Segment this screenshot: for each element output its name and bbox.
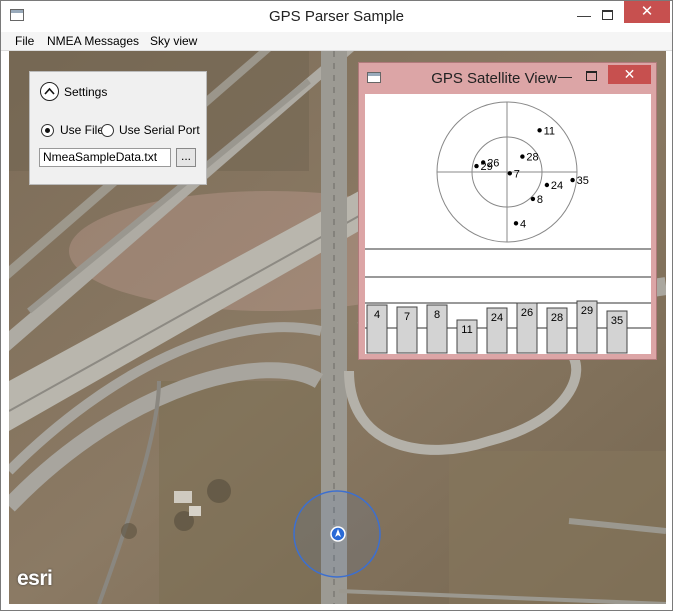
maximize-icon (601, 10, 613, 20)
collapse-chevron-up-icon[interactable] (40, 82, 59, 101)
satellite-label-24: 24 (551, 180, 563, 192)
browse-button[interactable]: ... (176, 148, 196, 167)
signal-bar-label-7: 7 (404, 311, 410, 323)
use-file-radio[interactable] (41, 124, 54, 137)
satellite-label-11: 11 (544, 125, 555, 137)
satellite-point-28 (520, 154, 525, 159)
sat-client-area: 11 28 7 26 29 35 24 8 4 4 7 8 11 24 26 28 29 35 (365, 94, 651, 354)
sat-maximize-icon[interactable] (586, 71, 597, 81)
signal-bar-label-24: 24 (491, 312, 503, 324)
satellite-label-35: 35 (577, 175, 589, 187)
signal-bar-label-28: 28 (551, 312, 563, 324)
satellite-label-7: 7 (514, 168, 520, 180)
satellite-point-35 (570, 177, 575, 183)
satellite-label-28: 28 (526, 152, 538, 164)
sat-close-button[interactable]: ✕ (608, 65, 651, 84)
esri-logo: esri (17, 567, 53, 590)
satellite-label-4: 4 (520, 218, 526, 230)
signal-bar-label-29: 29 (581, 305, 593, 317)
satellite-point-4 (513, 221, 519, 226)
use-serial-port-radio[interactable] (101, 124, 114, 137)
satellite-point-11 (537, 128, 542, 133)
menu-file[interactable]: File (15, 34, 34, 48)
minimize-icon: — (577, 7, 591, 23)
settings-title: Settings (64, 85, 108, 99)
satellite-point-29 (474, 163, 479, 169)
sat-minimize-icon[interactable]: — (558, 68, 572, 84)
satellite-point-7 (507, 171, 512, 176)
close-icon: ✕ (640, 3, 654, 20)
title-bar[interactable]: GPS Parser Sample — ✕ (1, 1, 672, 32)
satellite-point-8 (530, 196, 536, 202)
close-button[interactable]: ✕ (624, 1, 670, 23)
menu-bar: File NMEA Messages Sky view (1, 32, 672, 51)
signal-bar-label-4: 4 (374, 309, 380, 321)
satellite-label-29: 29 (481, 161, 493, 173)
file-path-input[interactable]: NmeaSampleData.txt (39, 148, 171, 167)
main-window: GPS Parser Sample — ✕ File NMEA Messages… (0, 0, 673, 611)
use-file-label[interactable]: Use File (60, 123, 104, 137)
satellite-label-8: 8 (537, 194, 543, 206)
satellite-view-window: GPS Satellite View — ✕ 11 28 7 26 29 35 24 8 4 4 7… (358, 62, 657, 360)
menu-sky-view[interactable]: Sky view (150, 34, 197, 48)
signal-bar-label-11: 11 (461, 324, 472, 336)
signal-bar-label-8: 8 (434, 309, 440, 321)
use-serial-port-label[interactable]: Use Serial Port (119, 123, 200, 137)
maximize-button[interactable] (592, 1, 622, 31)
satellite-point-24 (544, 182, 550, 188)
settings-panel: Settings Use File Use Serial Port NmeaSa… (29, 71, 207, 185)
signal-bar-label-26: 26 (521, 307, 533, 319)
menu-nmea-messages[interactable]: NMEA Messages (47, 34, 139, 48)
sky-plot-chart: 1128726293524844 7 81124 26 282935 (365, 101, 651, 354)
signal-bar-label-35: 35 (611, 315, 623, 327)
